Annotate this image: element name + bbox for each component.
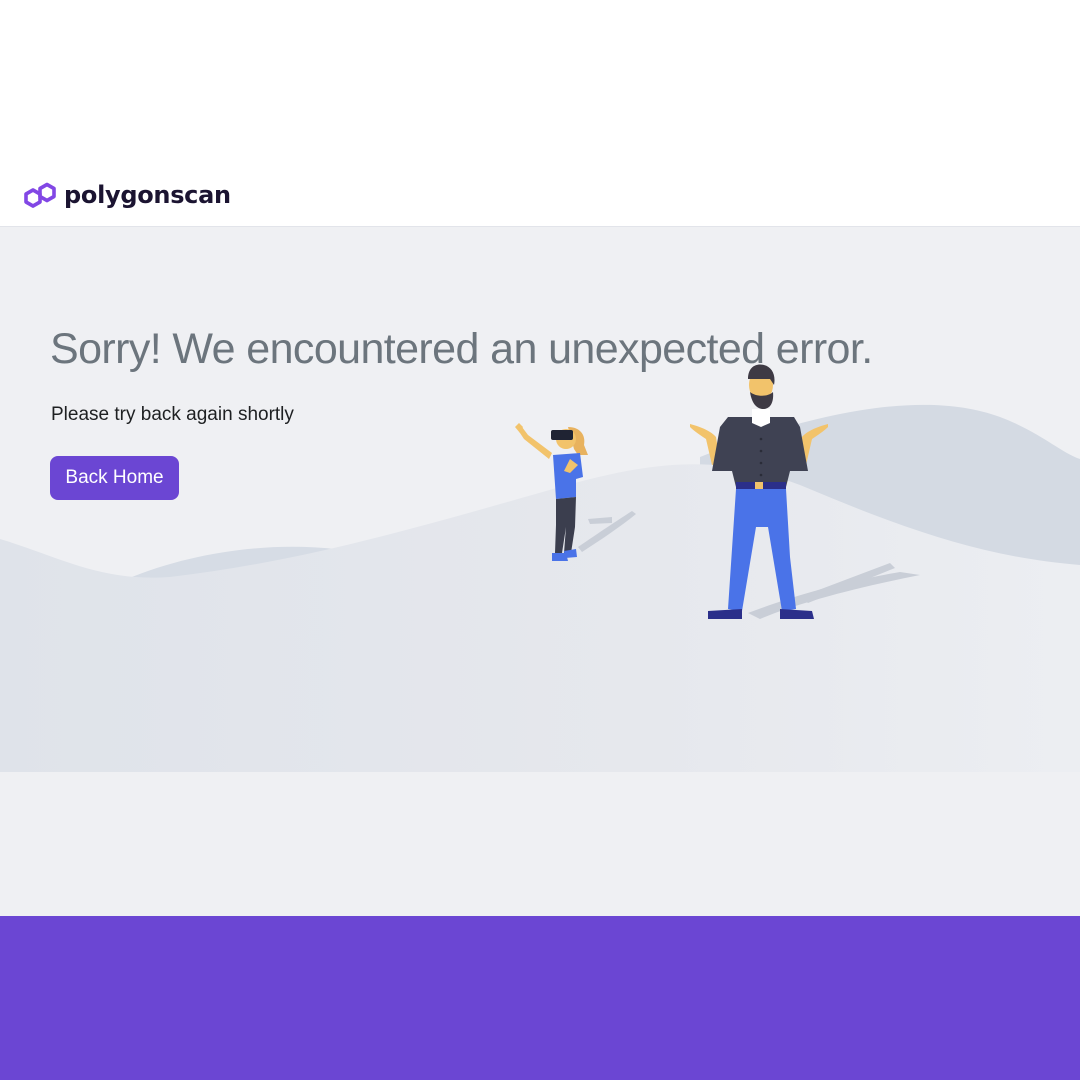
polygon-logo-icon: [24, 182, 56, 208]
error-section: Sorry! We encountered an unexpected erro…: [0, 226, 1080, 916]
header: polygonscan: [0, 0, 1080, 226]
logo-link[interactable]: polygonscan: [23, 178, 231, 212]
back-home-button[interactable]: Back Home: [50, 456, 179, 500]
error-title: Sorry! We encountered an unexpected erro…: [50, 325, 873, 373]
footer: [0, 916, 1080, 1080]
error-message: Please try back again shortly: [51, 404, 294, 425]
error-page: polygonscan Sorry! We encountered an une…: [0, 0, 1080, 1080]
brand-name: polygonscan: [64, 181, 231, 209]
